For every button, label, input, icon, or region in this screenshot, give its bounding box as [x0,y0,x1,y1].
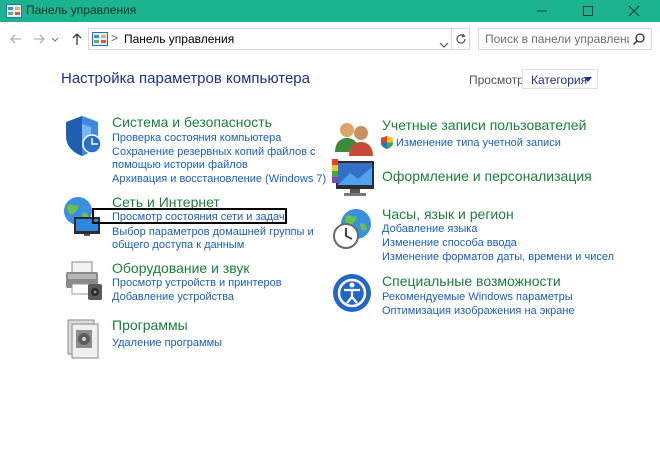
arrow-left-icon [10,34,21,44]
back-button[interactable] [9,32,23,46]
chevron-down-icon [51,37,59,42]
link-view-devices-printers[interactable]: Просмотр устройств и принтеров [112,277,282,290]
category-title-programs[interactable]: Программы [112,317,188,333]
breadcrumb[interactable]: Панель управления [124,32,234,46]
link-file-history[interactable]: Сохранение резервных копий файлов с [112,146,316,159]
close-icon [628,5,640,17]
programs-icon[interactable] [62,316,106,360]
address-bar[interactable]: > Панель управления [88,28,470,50]
window-title: Панель управления [26,3,137,17]
refresh-icon [456,33,466,44]
category-title-user-accounts[interactable]: Учетные записи пользователей [382,117,586,133]
chevron-down-icon [439,42,449,48]
search-input[interactable] [479,29,629,49]
category-title-appearance[interactable]: Оформление и персонализация [382,168,592,184]
view-by-label: Просмотр: [469,73,528,87]
appearance-monitor-icon[interactable] [332,155,376,199]
up-button[interactable] [70,32,84,46]
users-icon[interactable] [332,116,376,160]
recent-locations-button[interactable] [50,32,60,46]
refresh-button[interactable] [451,28,470,50]
link-change-account-type[interactable]: Изменение типа учетной записи [396,137,561,150]
printer-icon[interactable] [62,258,106,302]
breadcrumb-separator[interactable]: > [111,31,118,45]
navigation-bar: > Панель управления [0,22,660,56]
maximize-button[interactable] [565,0,611,22]
link-change-formats[interactable]: Изменение форматов даты, времени и чисел [382,251,614,264]
link-homegroup-sharing-cont[interactable]: общего доступа к данным [112,239,244,252]
link-uninstall-program[interactable]: Удаление программы [112,337,222,350]
category-title-clock-region[interactable]: Часы, язык и регион [382,206,514,222]
view-by-dropdown[interactable]: Категория [522,69,598,89]
minimize-button[interactable] [519,0,565,22]
accessibility-icon[interactable] [332,272,376,316]
category-title-hardware-sound[interactable]: Оборудование и звук [112,260,250,276]
arrow-right-icon [34,34,45,44]
category-title-ease-of-access[interactable]: Специальные возможности [382,273,561,289]
control-panel-icon [92,32,108,46]
link-check-computer-status[interactable]: Проверка состояния компьютера [112,132,281,145]
link-add-device[interactable]: Добавление устройства [112,291,234,304]
address-dropdown[interactable] [439,36,449,54]
page-title: Настройка параметров компьютера [61,70,310,87]
maximize-icon [583,6,593,16]
view-by-value: Категория [531,73,588,87]
link-backup-restore[interactable]: Архивация и восстановление (Windows 7) [112,173,326,186]
control-panel-icon [6,4,22,18]
arrow-up-icon [72,33,82,45]
title-bar: Панель управления [0,0,660,22]
security-shield-icon[interactable] [62,114,106,158]
category-title-system-security[interactable]: Система и безопасность [112,114,272,130]
link-homegroup-sharing[interactable]: Выбор параметров домашней группы и [112,226,314,239]
link-add-language[interactable]: Добавление языка [382,223,477,236]
search-box[interactable] [478,28,652,50]
caret-down-icon [584,77,592,82]
close-button[interactable] [611,0,657,22]
link-optimize-display[interactable]: Оптимизация изображения на экране [382,305,575,318]
link-change-input-method[interactable]: Изменение способа ввода [382,237,517,250]
link-file-history-cont[interactable]: помощью истории файлов [112,159,248,172]
uac-shield-icon [381,136,393,149]
link-recommended-settings[interactable]: Рекомендуемые Windows параметры [382,291,573,304]
forward-button[interactable] [32,32,46,46]
clock-globe-icon[interactable] [332,206,376,250]
search-icon[interactable] [632,32,646,51]
highlight-box [92,208,287,224]
minimize-icon [537,10,547,12]
